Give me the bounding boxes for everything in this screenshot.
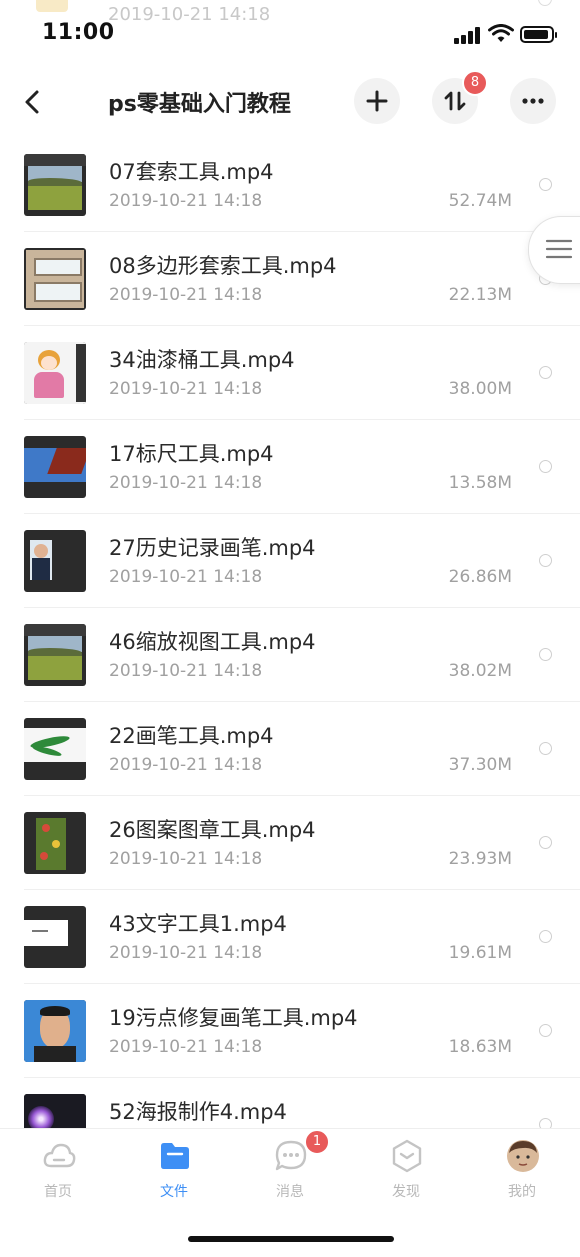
back-arrow-icon[interactable] [22,88,44,116]
file-row[interactable]: 27历史记录画笔.mp4 2019-10-21 14:18 26.86M [24,513,580,607]
plus-icon [366,90,388,112]
file-name: 27历史记录画笔.mp4 [109,536,316,560]
file-row[interactable]: 34油漆桶工具.mp4 2019-10-21 14:18 38.00M [24,325,580,419]
file-name: 34油漆桶工具.mp4 [109,348,295,372]
select-radio[interactable] [539,1024,552,1037]
status-time: 11:00 [42,20,115,45]
select-radio[interactable] [539,178,552,191]
status-bar: 11:00 [0,0,580,70]
select-radio[interactable] [539,460,552,473]
video-thumbnail [24,906,86,968]
file-size: 19.61M [448,943,512,963]
select-radio[interactable] [539,930,552,943]
file-size: 38.00M [448,379,512,399]
tab-files[interactable]: 文件 [129,1139,219,1209]
file-date: 2019-10-21 14:18 [109,849,263,869]
message-count-badge: 1 [304,1129,330,1155]
add-button[interactable] [354,78,400,124]
home-indicator [188,1236,394,1242]
video-thumbnail [24,1094,86,1128]
video-thumbnail [24,624,86,686]
file-date: 2019-10-21 14:18 [109,473,263,493]
file-name: 17标尺工具.mp4 [109,442,274,466]
file-name: 46缩放视图工具.mp4 [109,630,316,654]
video-thumbnail [24,718,86,780]
file-date: 2019-10-21 14:18 [109,567,263,587]
discover-hexagon-icon [392,1139,422,1173]
file-row[interactable]: 43文字工具1.mp4 2019-10-21 14:18 19.61M [24,889,580,983]
tab-profile[interactable]: 我的 [477,1139,567,1209]
select-radio[interactable] [539,836,552,849]
video-thumbnail [24,248,86,310]
tab-label: 文件 [160,1184,188,1200]
battery-icon [520,26,557,43]
file-date: 2019-10-21 14:18 [109,191,263,211]
tab-discover[interactable]: 发现 [361,1139,451,1209]
select-radio[interactable] [539,554,552,567]
video-thumbnail [24,530,86,592]
file-name: 08多边形套索工具.mp4 [109,254,337,278]
file-row[interactable]: 22画笔工具.mp4 2019-10-21 14:18 37.30M [24,701,580,795]
file-size: 13.58M [448,473,512,493]
file-name: 26图案图章工具.mp4 [109,818,316,842]
file-row[interactable]: 08多边形套索工具.mp4 2019-10-21 14:18 22.13M [24,231,580,325]
video-thumbnail [24,1000,86,1062]
file-date: 2019-10-21 14:18 [109,755,263,775]
file-size: 38.02M [448,661,512,681]
select-radio[interactable] [539,366,552,379]
tab-label: 消息 [276,1184,304,1200]
select-radio[interactable] [539,1118,552,1128]
file-size: 18.63M [448,1037,512,1057]
file-row[interactable]: 52海报制作4.mp42019-10-21 14:1818.35M [24,1077,580,1128]
video-thumbnail [24,812,86,874]
select-radio[interactable] [539,648,552,661]
nav-header: ps零基础入门教程 8 [0,70,580,136]
file-date: 2019-10-21 14:18 [109,661,263,681]
chat-bubble-icon [275,1140,307,1171]
file-row[interactable]: 07套索工具.mp4 2019-10-21 14:18 52.74M [24,138,580,231]
file-name: 19污点修复画笔工具.mp4 [109,1006,358,1030]
file-name: 22画笔工具.mp4 [109,724,274,748]
wifi-icon [488,24,514,42]
file-row[interactable]: 46缩放视图工具.mp4 2019-10-21 14:18 38.02M [24,607,580,701]
file-date: 2019-10-21 14:18 [109,379,263,399]
more-button[interactable] [510,78,556,124]
file-name: 07套索工具.mp4 [109,160,274,184]
tab-home[interactable]: 首页 [13,1139,103,1209]
file-date: 2019-10-21 14:18 [109,943,263,963]
video-thumbnail [24,154,86,216]
file-size: 23.93M [448,849,512,869]
file-row[interactable]: 19污点修复画笔工具.mp4 2019-10-21 14:18 18.63M [24,983,580,1077]
file-date: 2019-10-21 14:18 [109,1037,263,1057]
file-size: 26.86M [448,567,512,587]
file-name: 43文字工具1.mp4 [109,912,287,936]
page-title: ps零基础入门教程 [108,92,291,117]
file-name: 52海报制作4.mp4 [109,1100,287,1124]
hamburger-icon [545,239,573,259]
cloud-icon [43,1143,76,1168]
file-list: 07套索工具.mp4 2019-10-21 14:18 52.74M 08多边形套索工… [0,138,580,1128]
file-row[interactable]: 17标尺工具.mp4 2019-10-21 14:18 13.58M [24,419,580,513]
file-size: 52.74M [448,191,512,211]
transfer-arrows-icon [444,91,466,111]
avatar [507,1140,539,1172]
more-dots-icon [522,98,544,104]
folder-icon [161,1143,189,1169]
video-thumbnail [24,342,86,404]
video-thumbnail [24,436,86,498]
tab-label: 发现 [392,1184,420,1200]
transfer-count-badge: 8 [462,70,488,96]
cellular-signal-icon [454,26,484,44]
file-row[interactable]: 26图案图章工具.mp4 2019-10-21 14:18 23.93M [24,795,580,889]
file-size: 37.30M [448,755,512,775]
file-date: 2019-10-21 14:18 [109,285,263,305]
file-size: 22.13M [448,285,512,305]
tab-label: 我的 [508,1184,536,1200]
select-radio[interactable] [539,742,552,755]
tab-label: 首页 [44,1184,72,1200]
